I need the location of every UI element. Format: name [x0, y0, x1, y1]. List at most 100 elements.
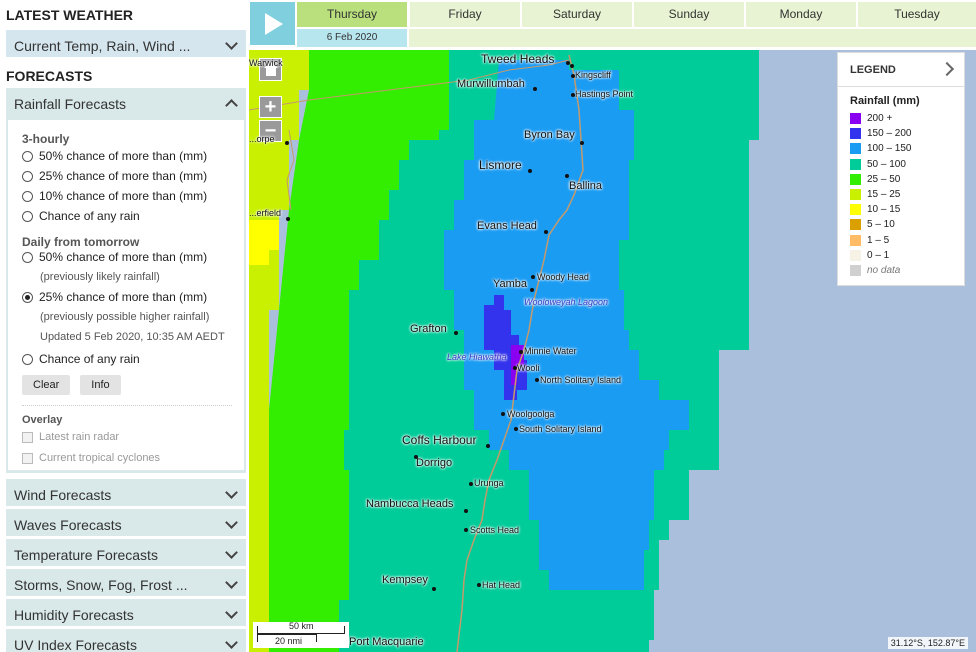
place-dot [571, 93, 575, 97]
place-wooli: Wooli [517, 363, 540, 373]
radio-icon[interactable] [22, 251, 33, 263]
place-dot [464, 509, 468, 513]
radio-label: 10% chance of more than (mm) [39, 189, 208, 203]
legend-panel: LEGEND Rainfall (mm) 200 + 150 – 200 100 –… [837, 52, 965, 286]
accordion-label: Wind Forecasts [14, 487, 112, 503]
place-dot [533, 87, 537, 91]
chevron-down-icon [225, 37, 238, 50]
overlay-title: Overlay [22, 405, 232, 426]
place-dot [531, 275, 535, 279]
checkbox-icon[interactable] [22, 452, 33, 464]
place-dot [571, 74, 575, 78]
legend-item: 100 – 150 [838, 141, 964, 156]
scale-bar: 50 km 20 nmi [253, 621, 349, 648]
radio-3h-25[interactable]: 25% chance of more than (mm) [22, 166, 244, 186]
place-dot [544, 230, 548, 234]
radio-icon[interactable] [22, 353, 33, 365]
place-kingscliff: Kingscliff [575, 70, 611, 80]
temperature-forecasts-accordion[interactable]: Temperature Forecasts [6, 539, 246, 569]
zoom-in-button[interactable]: + [259, 96, 282, 118]
radio-daily-25[interactable]: 25% chance of more than (mm) [22, 287, 244, 307]
humidity-forecasts-accordion[interactable]: Humidity Forecasts [6, 599, 246, 629]
legend-label: 10 – 15 [867, 204, 901, 216]
forecasts-heading: FORECASTS [6, 68, 93, 84]
current-conditions-accordion[interactable]: Current Temp, Rain, Wind ... [6, 30, 246, 60]
radio-icon[interactable] [22, 170, 33, 182]
place-dot [454, 331, 458, 335]
rainfall-options-panel: 3-hourly 50% chance of more than (mm) 25… [6, 118, 246, 473]
radio-3h-10[interactable]: 10% chance of more than (mm) [22, 186, 244, 206]
legend-header[interactable]: LEGEND [838, 53, 964, 87]
accordion-label: Humidity Forecasts [14, 607, 134, 623]
chevron-right-icon[interactable] [939, 61, 955, 77]
radio-icon[interactable] [22, 210, 33, 222]
place-dot [477, 583, 481, 587]
legend-label: 150 – 200 [867, 128, 912, 140]
legend-item: 5 – 10 [838, 217, 964, 232]
wind-forecasts-accordion[interactable]: Wind Forecasts [6, 479, 246, 509]
radio-label: Chance of any rain [39, 209, 140, 223]
radio-icon[interactable] [22, 150, 33, 162]
day-tab-saturday[interactable]: Saturday [522, 2, 632, 27]
radio-label: 25% chance of more than (mm) [39, 290, 208, 304]
radio-label: Chance of any rain [39, 352, 140, 366]
accordion-label: Waves Forecasts [14, 517, 122, 533]
place-hat-head: Hat Head [482, 580, 521, 590]
accordion-label: Temperature Forecasts [14, 547, 158, 563]
legend-item: 10 – 15 [838, 202, 964, 217]
legend-item: no data [838, 263, 964, 278]
legend-swatch [850, 249, 861, 261]
chevron-down-icon [225, 516, 238, 529]
clear-button[interactable]: Clear [22, 375, 71, 395]
day-tab-thursday[interactable]: Thursday [297, 2, 407, 27]
radio-label: 50% chance of more than (mm) [39, 250, 208, 264]
place-dorrigo: Dorrigo [416, 457, 453, 469]
rainfall-forecasts-accordion[interactable]: Rainfall Forecasts [6, 88, 246, 118]
day-tab-sunday[interactable]: Sunday [634, 2, 744, 27]
legend-header-label: LEGEND [850, 64, 896, 76]
legend-swatch [850, 219, 861, 231]
legend-item: 150 – 200 [838, 126, 964, 141]
place-minnie-water: Minnie Water [524, 346, 577, 356]
uv-index-forecasts-accordion[interactable]: UV Index Forecasts [6, 629, 246, 652]
radio-daily-any[interactable]: Chance of any rain [22, 349, 244, 369]
place-scotts-head: Scotts Head [470, 525, 520, 535]
checkbox-icon[interactable] [22, 431, 33, 443]
place-dot [535, 378, 539, 382]
legend-label: 200 + [867, 113, 893, 125]
place-woody-head: Woody Head [537, 272, 589, 282]
place-dot [414, 455, 418, 459]
radio-icon[interactable] [22, 190, 33, 202]
radio-daily-50[interactable]: 50% chance of more than (mm) [22, 247, 244, 267]
place-hastings-point: Hastings Point [575, 89, 634, 99]
day-tab-friday[interactable]: Friday [410, 2, 520, 27]
place-lismore: Lismore [479, 158, 522, 172]
cursor-coordinates: 31.12°S, 152.87°E [887, 637, 968, 649]
info-button[interactable]: Info [80, 375, 121, 395]
radio-3h-50[interactable]: 50% chance of more than (mm) [22, 146, 244, 166]
place-murwillumbah: Murwillumbah [457, 78, 525, 90]
daily-50-note: (previously likely rainfall) [40, 271, 160, 283]
chevron-up-icon [225, 99, 238, 112]
place-dot [464, 528, 468, 532]
radio-selected-icon[interactable] [22, 291, 33, 303]
place-dot [286, 217, 290, 221]
sidebar: LATEST WEATHER Current Temp, Rain, Wind … [0, 0, 249, 652]
day-tab-tuesday[interactable]: Tuesday [858, 2, 976, 27]
radio-3h-any[interactable]: Chance of any rain [22, 206, 244, 226]
chevron-down-icon [225, 636, 238, 649]
overlay-rain-radar[interactable]: Latest rain radar [22, 427, 244, 447]
day-tab-monday[interactable]: Monday [746, 2, 856, 27]
waves-forecasts-accordion[interactable]: Waves Forecasts [6, 509, 246, 539]
legend-swatch [850, 234, 861, 246]
legend-swatch [850, 113, 861, 125]
checkbox-label: Current tropical cyclones [39, 452, 161, 464]
storms-forecasts-accordion[interactable]: Storms, Snow, Fog, Frost ... [6, 569, 246, 599]
time-slider-track[interactable] [409, 29, 976, 47]
legend-swatch [850, 158, 861, 170]
play-button[interactable] [250, 2, 295, 45]
legend-label: 50 – 100 [867, 158, 906, 170]
overlay-tropical-cyclones[interactable]: Current tropical cyclones [22, 448, 244, 468]
chevron-down-icon [225, 576, 238, 589]
place-warwick: Warwick [249, 58, 283, 68]
